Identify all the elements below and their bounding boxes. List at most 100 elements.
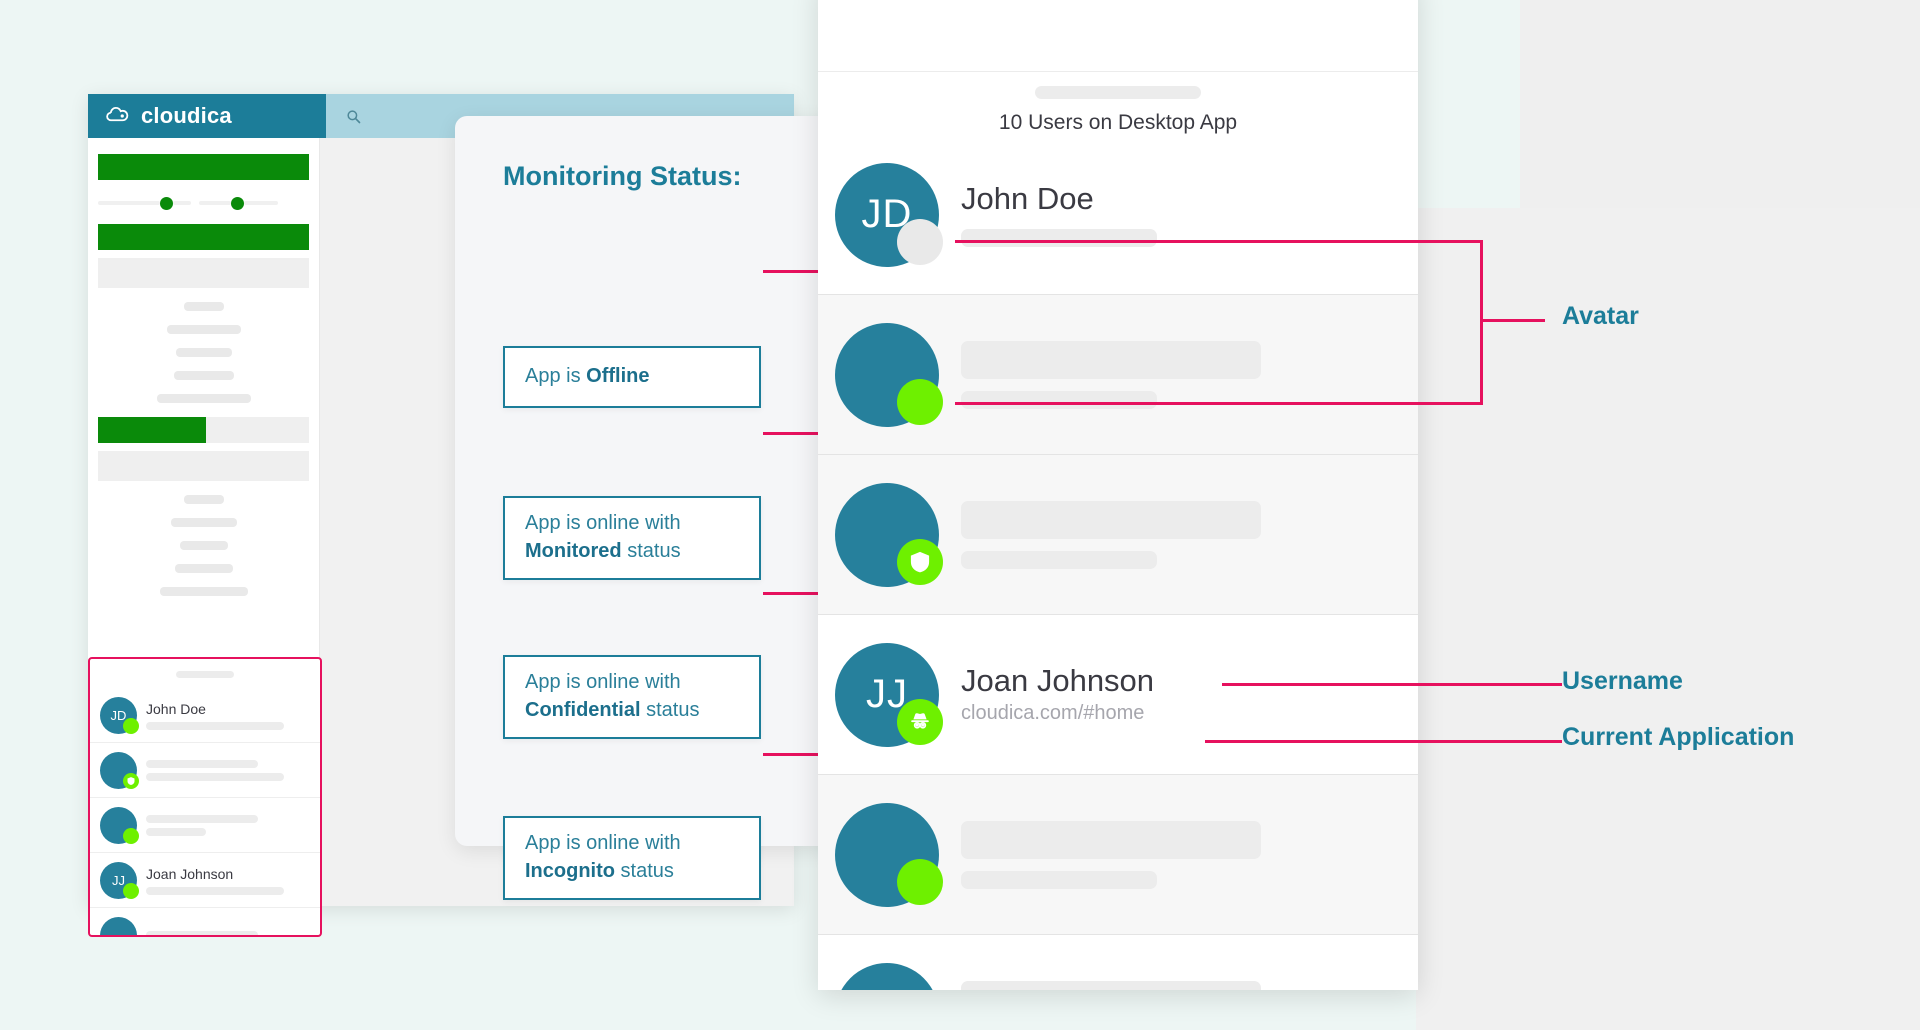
sidebar-placeholder (174, 564, 233, 573)
user-name: Joan Johnson (146, 865, 234, 882)
avatar-callout-bottom (955, 402, 1483, 405)
current-app-callout-line (1205, 740, 1562, 743)
status-text-monitored: App is online with Monitored status (525, 512, 681, 562)
avatar (100, 806, 139, 844)
status-box-monitored: App is online with Monitored status (503, 496, 761, 580)
list-item[interactable]: JJ Joan Johnson (90, 853, 320, 908)
user-name-placeholder (146, 931, 258, 935)
shield-icon (910, 551, 930, 572)
avatar: JD (100, 696, 139, 734)
list-item[interactable] (90, 743, 320, 798)
sidebar-block (98, 258, 309, 288)
sidebar-dot-row (98, 190, 309, 216)
sidebar-block (98, 451, 309, 481)
user-app-placeholder (961, 550, 1157, 569)
shield-icon (127, 776, 135, 785)
status-badge-online (123, 882, 139, 899)
avatar-callout-top (955, 240, 1483, 243)
sidebar-placeholder (183, 302, 224, 311)
list-item[interactable]: JD John Doe (90, 688, 320, 743)
avatar (100, 916, 137, 935)
avatar: JJ (100, 861, 139, 899)
user-app-placeholder (146, 886, 284, 895)
incognito-icon (911, 712, 929, 729)
user-info: Joan Johnson cloudica.com/#home (961, 662, 1418, 725)
sidebar-green-bar (98, 154, 309, 180)
avatar-initials (835, 962, 939, 990)
status-badge-online (897, 378, 943, 425)
user-info (146, 759, 320, 781)
status-dot (231, 196, 244, 210)
user-row[interactable]: JD John Doe (818, 135, 1418, 295)
avatar: JJ (835, 642, 943, 747)
user-app-placeholder (146, 827, 206, 836)
panel-header-title: 10 Users on Desktop App (998, 111, 1238, 134)
user-row[interactable]: JJ Joan Johnson cloudica.com/#home (818, 615, 1418, 775)
status-box-confidential: App is online with Confidential status (503, 655, 761, 739)
annotation-avatar: Avatar (1562, 302, 1639, 330)
mini-header-pill (176, 671, 234, 678)
user-list: JD John Doe JJ Joan Johnson cloudica.com… (818, 135, 1418, 990)
sidebar-block (206, 417, 309, 443)
status-badge-online (123, 827, 139, 844)
status-text-offline: App is Offline (525, 365, 650, 388)
cloud-tag-icon (106, 106, 129, 122)
app-logo[interactable]: cloudica (88, 94, 326, 138)
user-name-placeholder (961, 500, 1261, 539)
user-row[interactable] (818, 935, 1418, 990)
user-info (146, 814, 320, 836)
user-app-placeholder (146, 772, 284, 781)
panel-header: 10 Users on Desktop App (818, 72, 1418, 135)
status-badge-incognito (897, 698, 943, 745)
annotation-current-application: Current Application (1562, 723, 1795, 751)
sidebar-green-bar (98, 224, 309, 250)
avatar (835, 802, 943, 907)
user-info (961, 500, 1418, 569)
status-badge-online (897, 858, 943, 905)
avatar (835, 482, 943, 587)
sidebar-placeholder (175, 348, 232, 357)
user-name-placeholder (146, 759, 258, 768)
screenshot-canvas: cloudica Monitoring Status: App is Offli… (0, 0, 1920, 1030)
status-box-offline: App is Offline (503, 346, 761, 408)
user-name: Joan Johnson (961, 662, 1155, 698)
sidebar-placeholder (179, 541, 228, 550)
panel-top-spacer (818, 0, 1418, 72)
user-current-application: cloudica.com/#home (961, 702, 1145, 725)
user-name-placeholder (961, 820, 1261, 859)
sidebar-placeholder (166, 325, 241, 334)
status-badge-offline (897, 218, 943, 265)
highlighted-user-list: JD John Doe JJ Joan Johnson (88, 657, 322, 937)
sidebar-placeholder (156, 394, 251, 403)
avatar (100, 751, 139, 789)
monitoring-title: Monitoring Status: (503, 161, 742, 191)
user-app-placeholder (961, 870, 1157, 889)
sidebar-green-bar (98, 417, 206, 443)
sidebar-placeholder (159, 587, 248, 596)
avatar-initials (100, 916, 137, 935)
app-logo-text: cloudica (141, 103, 232, 128)
user-info: Joan Johnson (146, 866, 320, 895)
avatar-callout-right (1480, 240, 1483, 405)
status-dot (160, 196, 173, 210)
sidebar-placeholder (173, 371, 234, 380)
user-row[interactable] (818, 455, 1418, 615)
user-row[interactable] (818, 775, 1418, 935)
sidebar-placeholder (170, 518, 237, 527)
avatar (835, 962, 939, 990)
background-panel-mid (1416, 208, 1920, 1030)
avatar-callout-stub (1483, 319, 1545, 322)
user-app-placeholder (146, 721, 284, 730)
user-app-placeholder (961, 390, 1157, 409)
status-text-incognito: App is online with Incognito status (525, 832, 681, 882)
username-callout-line (1222, 683, 1562, 686)
status-box-incognito: App is online with Incognito status (503, 816, 761, 900)
list-item[interactable] (90, 908, 320, 935)
user-row[interactable] (818, 295, 1418, 455)
user-name-placeholder (146, 814, 258, 823)
list-item[interactable] (90, 798, 320, 853)
status-badge-confidential (897, 538, 943, 585)
user-info: John Doe (146, 701, 320, 730)
status-badge-online (123, 717, 139, 734)
search-icon (347, 109, 361, 123)
